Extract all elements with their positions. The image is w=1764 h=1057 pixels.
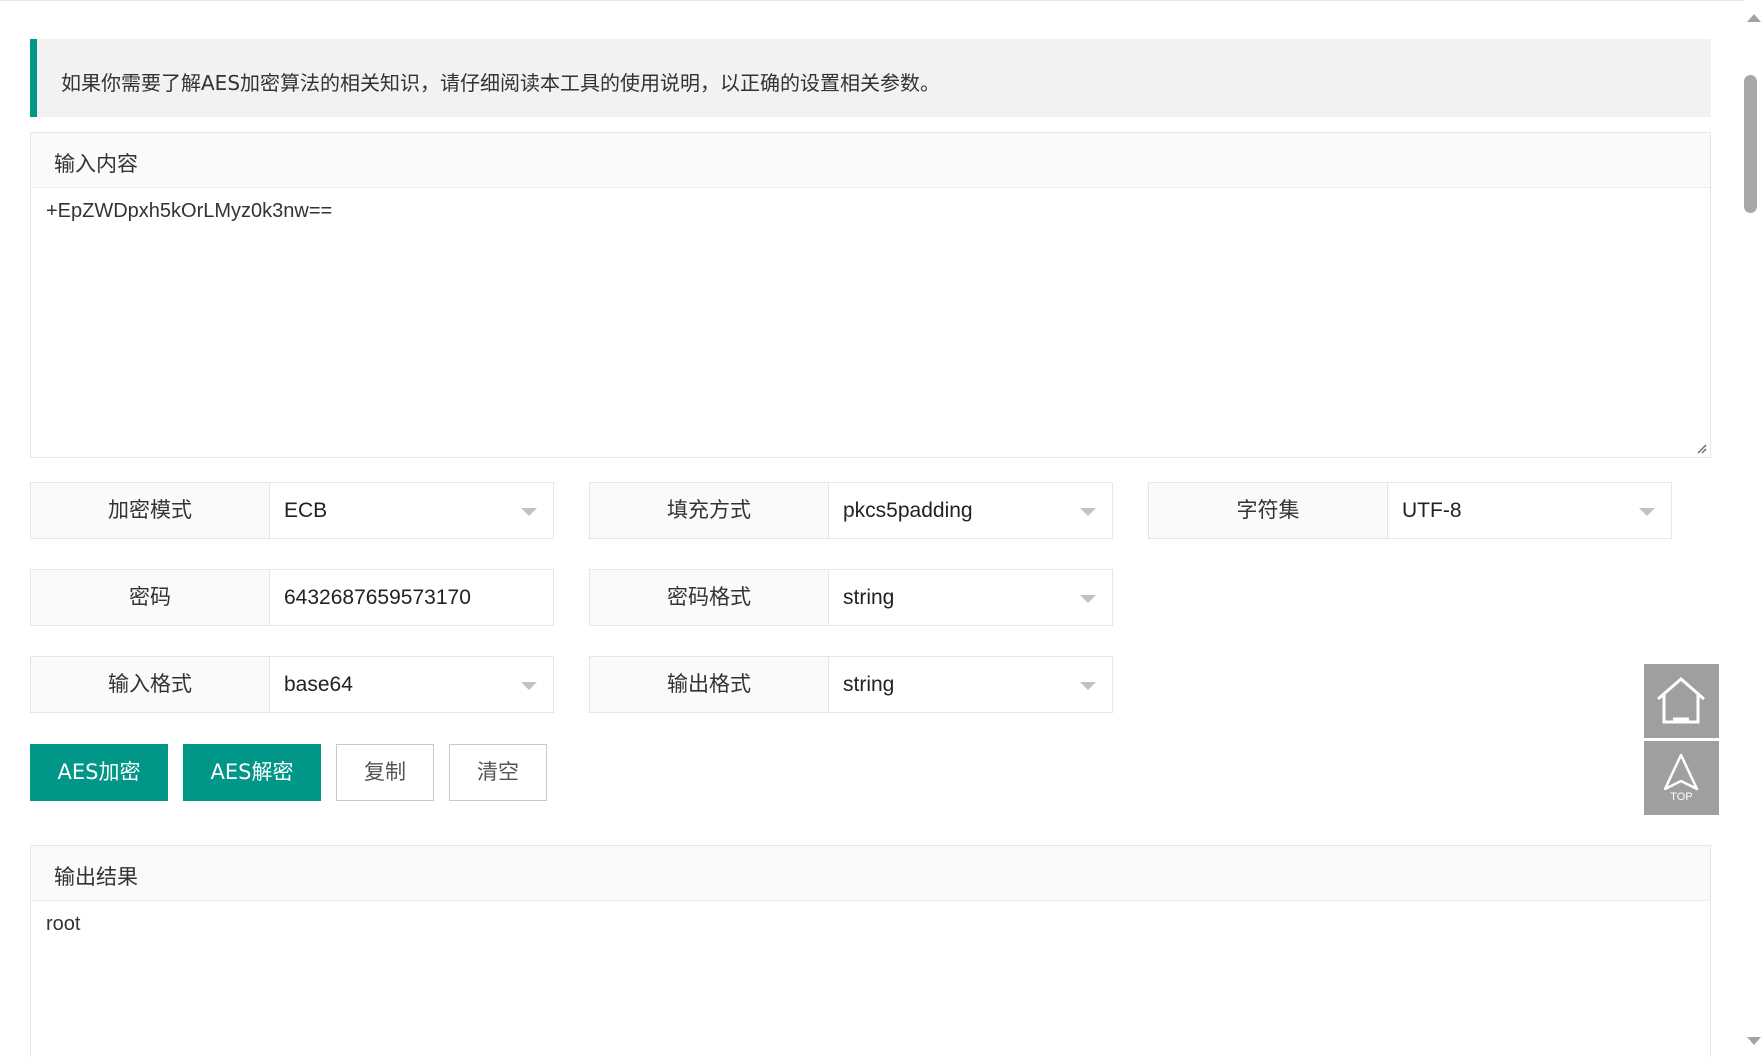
output-panel-header: 输出结果	[31, 846, 1710, 901]
charset-select[interactable]: 字符集 UTF-8	[1148, 482, 1672, 539]
output-textarea[interactable]: root	[31, 901, 1710, 1057]
padding-label: 填充方式	[590, 483, 829, 538]
resize-grip-icon[interactable]	[1695, 442, 1707, 454]
charset-value[interactable]: UTF-8	[1402, 483, 1462, 538]
input-format-label: 输入格式	[31, 657, 270, 712]
password-input[interactable]	[270, 570, 554, 625]
output-format-label: 输出格式	[590, 657, 829, 712]
back-to-top-button[interactable]: TOP	[1644, 741, 1719, 815]
home-icon	[1657, 677, 1705, 724]
password-field: 密码	[30, 569, 554, 626]
home-button[interactable]	[1644, 664, 1719, 738]
scrollbar-thumb[interactable]	[1744, 75, 1757, 213]
notice-text: 如果你需要了解AES加密算法的相关知识，请仔细阅读本工具的使用说明，以正确的设置…	[61, 71, 941, 95]
top-label: TOP	[1670, 791, 1693, 803]
page: 如果你需要了解AES加密算法的相关知识，请仔细阅读本工具的使用说明，以正确的设置…	[0, 0, 1764, 1057]
padding-value[interactable]: pkcs5padding	[843, 483, 973, 538]
aes-encrypt-button[interactable]: AES加密	[30, 744, 168, 801]
copy-button[interactable]: 复制	[336, 744, 434, 801]
input-panel-header: 输入内容	[31, 133, 1710, 188]
output-format-select[interactable]: 输出格式 string	[589, 656, 1113, 713]
input-textarea[interactable]: +EpZWDpxh5kOrLMyz0k3nw==	[31, 188, 1710, 457]
top-divider	[0, 0, 1744, 1]
chevron-down-icon[interactable]	[1080, 595, 1096, 603]
chevron-down-icon[interactable]	[1639, 508, 1655, 516]
mode-value[interactable]: ECB	[284, 483, 327, 538]
scroll-down-arrow-icon[interactable]	[1747, 1037, 1761, 1045]
padding-select[interactable]: 填充方式 pkcs5padding	[589, 482, 1113, 539]
aes-decrypt-button[interactable]: AES解密	[183, 744, 321, 801]
input-format-select[interactable]: 输入格式 base64	[30, 656, 554, 713]
scroll-up-arrow-icon[interactable]	[1747, 14, 1761, 22]
output-format-value[interactable]: string	[843, 657, 894, 712]
notice-banner: 如果你需要了解AES加密算法的相关知识，请仔细阅读本工具的使用说明，以正确的设置…	[30, 39, 1711, 117]
mode-select[interactable]: 加密模式 ECB	[30, 482, 554, 539]
password-format-label: 密码格式	[590, 570, 829, 625]
password-format-value[interactable]: string	[843, 570, 894, 625]
input-panel: 输入内容 +EpZWDpxh5kOrLMyz0k3nw==	[30, 132, 1711, 458]
clear-button[interactable]: 清空	[449, 744, 547, 801]
password-format-select[interactable]: 密码格式 string	[589, 569, 1113, 626]
input-panel-title: 输入内容	[54, 152, 138, 176]
output-panel: 输出结果 root	[30, 845, 1711, 1057]
mode-label: 加密模式	[31, 483, 270, 538]
chevron-down-icon[interactable]	[521, 508, 537, 516]
chevron-down-icon[interactable]	[1080, 508, 1096, 516]
arrow-up-icon	[1663, 753, 1699, 791]
charset-label: 字符集	[1149, 483, 1388, 538]
password-label: 密码	[31, 570, 270, 625]
chevron-down-icon[interactable]	[1080, 682, 1096, 690]
input-format-value[interactable]: base64	[284, 657, 353, 712]
output-panel-title: 输出结果	[54, 865, 138, 889]
chevron-down-icon[interactable]	[521, 682, 537, 690]
